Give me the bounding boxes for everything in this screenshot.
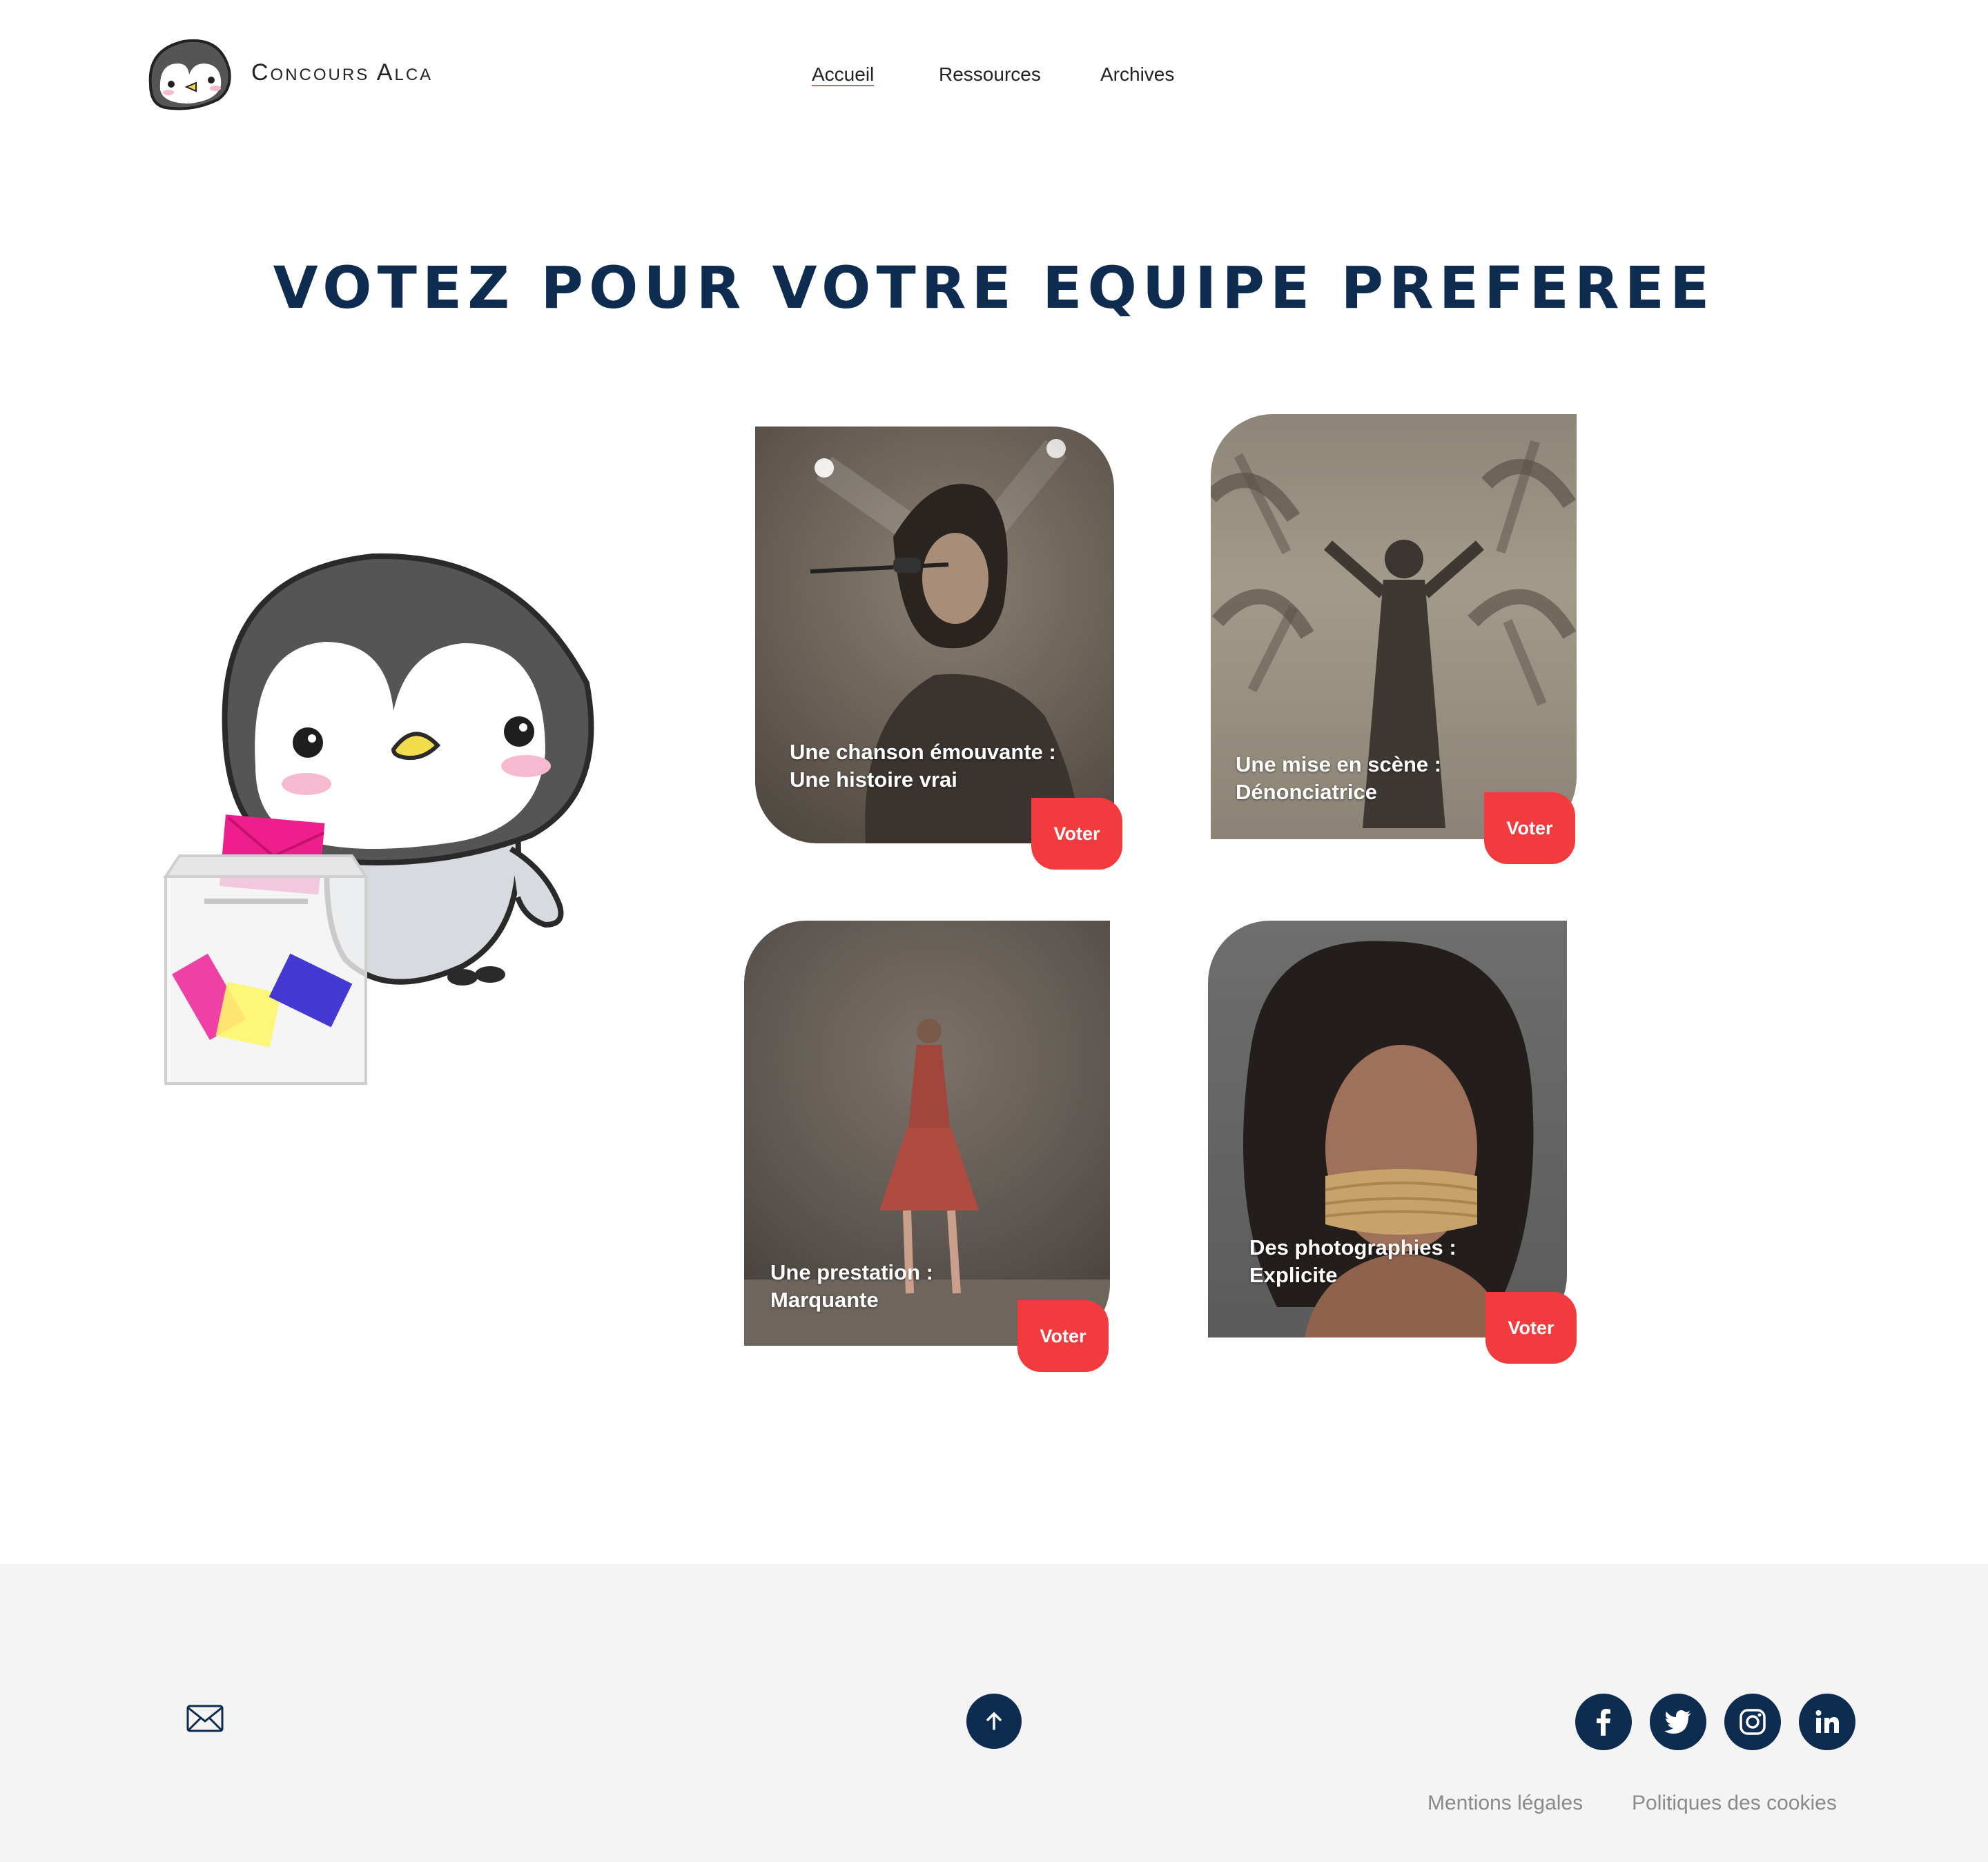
page-title: VOTEZ POUR VOTRE EQUIPE PREFEREE (273, 254, 1715, 322)
vote-button-photographies[interactable]: Voter (1485, 1292, 1577, 1364)
twitter-icon (1664, 1710, 1691, 1734)
vote-button-mise-en-scene[interactable]: Voter (1484, 792, 1575, 864)
vote-button-prestation[interactable]: Voter (1017, 1300, 1109, 1372)
card-line1: Des photographies : (1249, 1235, 1456, 1260)
mentions-legales-link[interactable]: Mentions légales (1427, 1792, 1583, 1815)
cookies-policy-link[interactable]: Politiques des cookies (1632, 1792, 1837, 1815)
linkedin-icon (1815, 1710, 1839, 1733)
nav-accueil[interactable]: Accueil (812, 63, 874, 86)
card-line2: Marquante (770, 1288, 879, 1312)
brand-name[interactable]: Concours Alca (251, 59, 433, 86)
card-line2: Une histoire vrai (790, 767, 957, 792)
card-line2: Dénonciatrice (1236, 780, 1378, 804)
card-prestation: Une prestation : Marquante (744, 921, 1110, 1346)
instagram-link[interactable] (1724, 1694, 1781, 1750)
card-line1: Une chanson émouvante : (790, 740, 1056, 764)
nav-ressources[interactable]: Ressources (939, 63, 1041, 86)
facebook-icon (1597, 1709, 1610, 1736)
arrow-up-icon (986, 1712, 1002, 1730)
vote-button-chanson[interactable]: Voter (1031, 798, 1122, 870)
card-line1: Une mise en scène : (1236, 752, 1442, 776)
twitter-link[interactable] (1650, 1694, 1706, 1750)
penguin-logo-icon[interactable] (145, 36, 233, 112)
linkedin-link[interactable] (1799, 1694, 1855, 1750)
penguin-ballot-illustration (163, 553, 594, 1085)
card-photographies: Des photographies : Explicite (1208, 921, 1567, 1337)
scroll-to-top-button[interactable] (966, 1694, 1022, 1749)
card-mise-en-scene: Une mise en scène : Dénonciatrice (1211, 414, 1577, 839)
facebook-link[interactable] (1575, 1694, 1632, 1750)
instagram-icon (1740, 1709, 1766, 1735)
nav-archives[interactable]: Archives (1100, 63, 1174, 86)
card-line1: Une prestation : (770, 1260, 933, 1284)
mail-icon[interactable] (186, 1705, 224, 1732)
card-line2: Explicite (1249, 1263, 1338, 1287)
card-chanson: Une chanson émouvante : Une histoire vra… (755, 427, 1114, 843)
